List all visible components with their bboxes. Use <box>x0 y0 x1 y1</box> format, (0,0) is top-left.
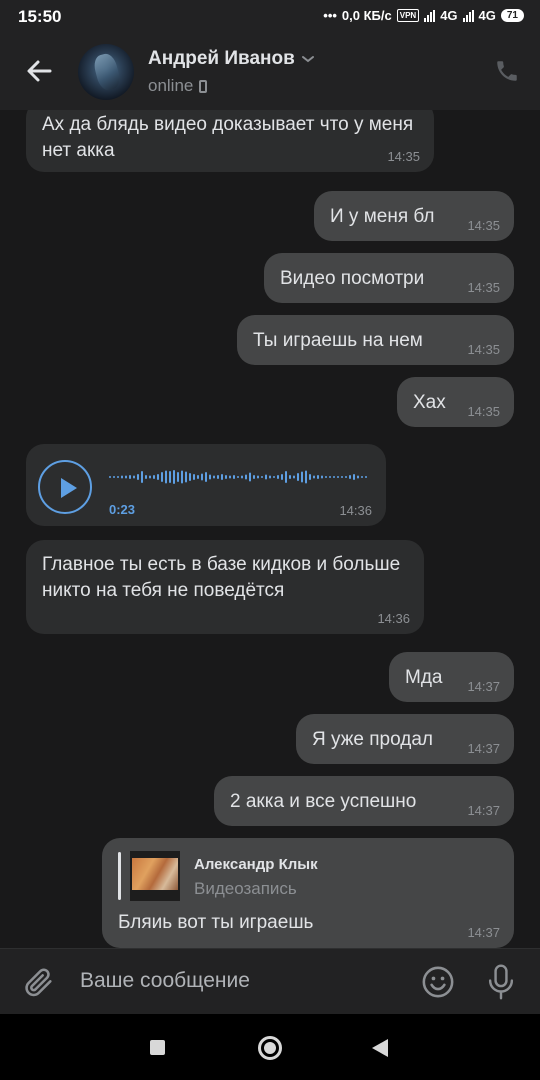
chat-header: Андрей Иванов online <box>0 32 540 110</box>
message-bubble-incoming[interactable]: Ах да блядь видео доказывает что у меня … <box>26 110 434 172</box>
message-bubble-outgoing[interactable]: 2 акка и все успешно 14:37 <box>214 776 514 826</box>
net-speed: 0,0 КБ/с <box>341 8 392 23</box>
microphone-icon[interactable] <box>484 963 518 1001</box>
voice-duration: 0:23 <box>109 502 136 517</box>
mobile-icon <box>199 79 208 93</box>
recents-button[interactable] <box>150 1040 165 1055</box>
home-button[interactable] <box>258 1036 282 1060</box>
audio-waveform[interactable] <box>109 466 373 488</box>
contact-name-row[interactable]: Андрей Иванов <box>148 48 315 70</box>
message-time: 14:36 <box>377 611 410 626</box>
message-bubble-outgoing[interactable]: Ты играешь на нем 14:35 <box>237 315 514 365</box>
status-time: 15:50 <box>18 7 62 26</box>
message-time: 14:37 <box>467 925 500 940</box>
back-arrow-icon[interactable] <box>24 56 54 86</box>
status-bar: 15:50 ••• 0,0 КБ/с VPN 4G 4G 71 <box>0 0 540 32</box>
message-bubble-outgoing[interactable]: Хах 14:35 <box>397 377 514 427</box>
message-text: Ты играешь на нем <box>253 330 423 351</box>
contact-status: online <box>148 76 194 95</box>
chevron-down-icon[interactable] <box>301 54 315 64</box>
contact-status-row: online <box>148 76 208 96</box>
battery-icon: 71 <box>500 9 524 22</box>
paperclip-icon[interactable] <box>22 965 56 999</box>
message-bubble-outgoing[interactable]: Мда 14:37 <box>389 652 514 702</box>
contact-name[interactable]: Андрей Иванов <box>148 48 295 70</box>
message-text: Видео посмотри <box>280 268 425 289</box>
message-bubble-outgoing[interactable]: Видео посмотри 14:35 <box>264 253 514 303</box>
signal-icon-2 <box>462 9 474 22</box>
message-list[interactable]: Ах да блядь видео доказывает что у меня … <box>0 110 540 948</box>
phone-icon[interactable] <box>494 58 520 84</box>
message-time: 14:35 <box>467 280 500 295</box>
message-bubble-outgoing[interactable]: Я уже продал 14:37 <box>296 714 514 764</box>
message-text: Бляиь вот ты играешь <box>118 912 314 933</box>
composer-bar: Ваше сообщение <box>0 948 540 1014</box>
message-input[interactable]: Ваше сообщение <box>80 969 250 993</box>
network-label-2: 4G <box>478 8 496 23</box>
back-button[interactable] <box>372 1039 388 1057</box>
smile-icon[interactable] <box>421 965 455 999</box>
message-time: 14:37 <box>467 679 500 694</box>
message-text: Ах да блядь видео доказывает что у меня … <box>42 114 414 161</box>
quote-bar <box>118 852 121 900</box>
signal-icon <box>424 9 436 22</box>
message-time: 14:36 <box>339 503 372 518</box>
network-label-1: 4G <box>440 8 458 23</box>
system-nav-bar <box>0 1014 540 1080</box>
play-button[interactable] <box>38 460 92 514</box>
message-time: 14:35 <box>467 342 500 357</box>
message-time: 14:37 <box>467 803 500 818</box>
message-time: 14:37 <box>467 741 500 756</box>
message-bubble-incoming[interactable]: Главное ты есть в базе кидков и больше н… <box>26 540 424 634</box>
vpn-icon: VPN <box>396 9 420 22</box>
message-text: 2 акка и все успешно <box>230 791 417 812</box>
quote-author: Александр Клык <box>194 856 318 873</box>
message-bubble-outgoing[interactable]: И у меня бл 14:35 <box>314 191 514 241</box>
message-time: 14:35 <box>467 218 500 233</box>
message-text: Главное ты есть в базе кидков и больше н… <box>42 554 401 601</box>
message-time: 14:35 <box>467 404 500 419</box>
reply-message-bubble[interactable]: Александр Клык Видеозапись Бляиь вот ты … <box>102 838 514 948</box>
avatar[interactable] <box>78 44 134 100</box>
quote-subtitle: Видеозапись <box>194 879 297 898</box>
status-icons: ••• 0,0 КБ/с VPN 4G 4G 71 <box>323 8 524 23</box>
message-time: 14:35 <box>387 149 420 164</box>
video-thumbnail[interactable] <box>130 851 180 901</box>
voice-message-bubble[interactable]: 0:23 14:36 <box>26 444 386 526</box>
dots-icon: ••• <box>323 8 337 23</box>
